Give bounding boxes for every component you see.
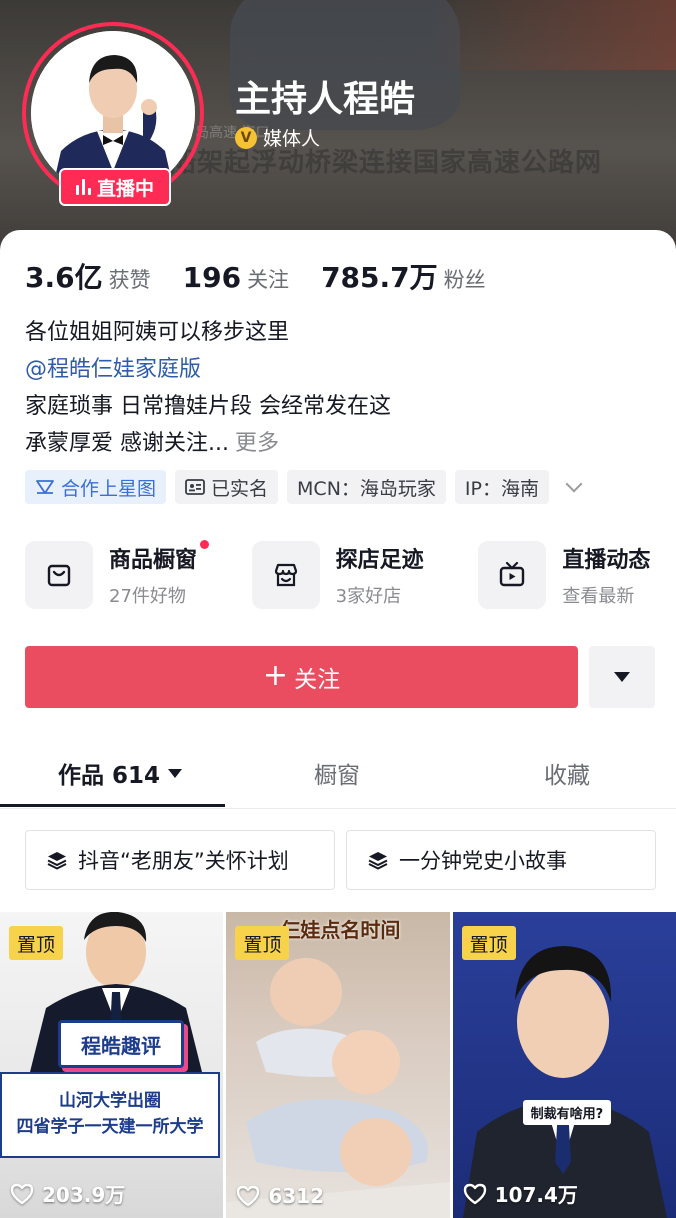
tv-icon [478,541,547,609]
profile-name: 主持人程皓 [235,79,416,120]
plus-icon: + [262,657,289,693]
video-thumbnail[interactable]: 制裁有啥用? 置顶 107.4万 [452,912,676,1218]
ip-label: IP：海南 [464,477,539,500]
pinned-badge: 置顶 [461,926,516,960]
live-updates-title: 直播动态 [562,548,651,573]
tab-shop-window-label: 橱窗 [314,763,360,789]
profile-tags: 合作上星图 已实名 MCN：海岛玩家 IP：海南 [25,470,583,504]
realname-label: 已实名 [211,477,269,500]
follow-button[interactable]: + 关注 [25,646,578,708]
caret-down-icon [168,768,183,778]
heart-icon [10,1183,34,1204]
bio-account-link[interactable]: @程皓仨娃家庭版 [25,351,655,388]
video-like-count: 6312 [268,1184,324,1208]
caret-down-icon [614,672,630,682]
video-likes: 107.4万 [463,1179,578,1208]
live-updates-subtitle: 查看最新 [562,586,635,607]
followers-count[interactable]: 785.7万 [321,256,438,296]
layers-icon [368,852,388,870]
store-visits-subtitle: 3家好店 [335,586,402,607]
shop-window-entry[interactable]: 商品橱窗 27件好物 [25,540,252,609]
live-label: 直播中 [96,177,154,200]
live-bars-icon [75,179,91,195]
tab-shop-window[interactable]: 橱窗 [314,756,360,790]
tab-works-label: 作品 614 [58,763,161,789]
verification-label: 媒体人 [263,128,321,150]
live-updates-entry[interactable]: 直播动态 查看最新 [478,541,676,609]
video-caption-line: 四省学子一天建一所大学 [16,1117,204,1137]
ip-location-tag[interactable]: IP：海南 [454,470,549,504]
star-map-tag[interactable]: 合作上星图 [25,470,167,504]
video-likes: 203.9万 [10,1179,125,1208]
feature-entries: 商品橱窗 27件好物 探店足迹 3家好店 直播动态 查看最新 [25,540,676,609]
verification-row: V 媒体人 [235,124,320,151]
following-count[interactable]: 196 [183,261,241,294]
profile-card: 3.6亿 获赞 196 关注 785.7万 粉丝 各位姐姐阿姨可以移步这里 @程… [0,230,676,1218]
chevron-down-icon[interactable] [565,475,583,493]
more-options-button[interactable] [589,646,655,708]
video-like-count: 107.4万 [494,1183,578,1207]
collection-label: 一分钟党史小故事 [399,849,567,873]
store-visits-title: 探店足迹 [335,548,424,573]
profile-stats: 3.6亿 获赞 196 关注 785.7万 粉丝 [25,256,518,296]
notification-dot [200,540,210,549]
store-icon [251,541,320,609]
video-caption: 制裁有啥用? [522,1100,612,1125]
tab-works[interactable]: 作品 614 [58,756,183,790]
content-tabs: 作品 614 橱窗 收藏 [0,744,676,809]
bio: 各位姐姐阿姨可以移步这里 @程皓仨娃家庭版 家庭琐事 日常撸娃片段 会经常发在这… [25,314,655,462]
live-badge[interactable]: 直播中 [59,168,171,206]
mcn-label: MCN：海岛玩家 [297,477,436,500]
likes-label: 获赞 [108,268,151,292]
heart-icon [463,1183,486,1204]
follow-label: 关注 [294,667,341,693]
star-map-icon [36,480,54,494]
video-caption: 仨娃点名时间 [280,918,401,942]
following-label[interactable]: 关注 [247,264,289,294]
collections: 抖音“老朋友”关怀计划 一分钟党史小故事 [25,830,656,890]
collection-item[interactable]: 抖音“老朋友”关怀计划 [25,830,335,890]
collection-label: 抖音“老朋友”关怀计划 [78,849,289,873]
bio-text: 承蒙厚爱 感谢关注... [25,431,229,456]
shop-window-text: 商品橱窗 27件好物 [109,540,210,608]
bag-icon [25,541,93,609]
mcn-tag[interactable]: MCN：海岛玩家 [287,470,446,504]
bio-line: 各位姐姐阿姨可以移步这里 [25,320,290,345]
collection-item[interactable]: 一分钟党史小故事 [346,830,656,890]
bio-more-link[interactable]: 更多 [235,431,279,456]
star-map-label: 合作上星图 [61,477,157,500]
video-thumbnail[interactable]: 仨娃点名时间 置顶 6312 [226,912,450,1218]
video-grid: 程皓趣评 山河大学出圈 四省学子一天建一所大学 置顶 203.9万 仨娃点名时间 [0,912,676,1218]
video-tag-banner: 程皓趣评 [58,1020,184,1068]
verified-badge-icon: V [235,126,257,149]
id-card-icon [185,479,205,495]
realname-tag[interactable]: 已实名 [175,470,279,504]
heart-icon [237,1185,260,1207]
bio-line-last: 承蒙厚爱 感谢关注... 更多 [25,425,655,462]
bio-line: 家庭琐事 日常撸娃片段 会经常发在这 [25,394,391,419]
active-tab-indicator [0,804,225,807]
live-updates-text: 直播动态 查看最新 [562,542,650,608]
followers-label[interactable]: 粉丝 [444,264,486,294]
shop-window-title: 商品橱窗 [109,548,198,573]
pinned-badge: 置顶 [9,926,64,960]
video-caption-line: 山河大学出圈 [59,1091,161,1111]
store-visits-entry[interactable]: 探店足迹 3家好店 [251,541,479,609]
video-thumbnail[interactable]: 程皓趣评 山河大学出圈 四省学子一天建一所大学 置顶 203.9万 [0,912,224,1218]
pinned-badge: 置顶 [235,926,290,960]
layers-icon [47,852,67,870]
tab-favorites-label: 收藏 [544,763,590,789]
video-likes: 6312 [236,1184,324,1208]
video-caption-box: 山河大学出圈 四省学子一天建一所大学 [0,1072,220,1158]
video-like-count: 203.9万 [42,1183,126,1207]
tab-favorites[interactable]: 收藏 [544,756,590,790]
likes-count: 3.6亿 [25,261,103,294]
store-visits-text: 探店足迹 3家好店 [336,542,424,608]
shop-window-subtitle: 27件好物 [109,586,186,607]
